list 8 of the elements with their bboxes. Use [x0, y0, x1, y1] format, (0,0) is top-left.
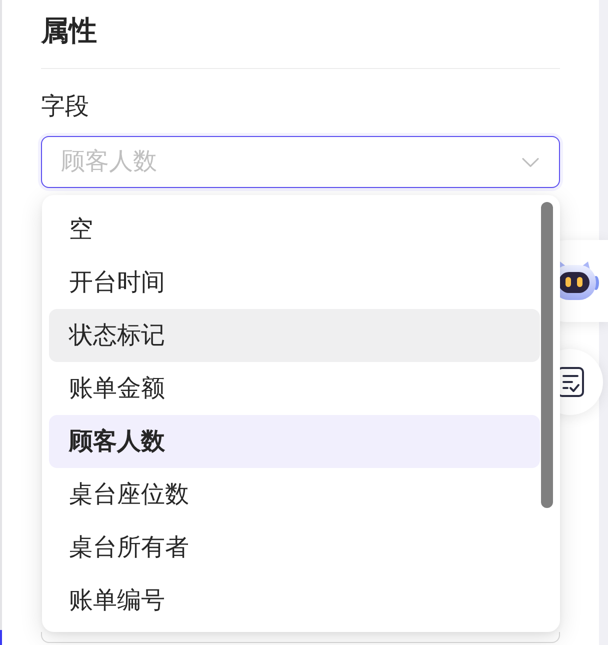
chevron-down-icon — [522, 158, 539, 167]
edge-indicator — [0, 630, 2, 645]
scrollbar-thumb[interactable] — [541, 202, 553, 508]
field-label: 字段 — [41, 92, 90, 122]
dropdown-option[interactable]: 状态标记 — [49, 309, 540, 362]
select-field[interactable]: 顾客人数 — [41, 136, 560, 188]
panel-title: 属性 — [41, 14, 98, 48]
dropdown-option[interactable]: 顾客人数 — [49, 415, 540, 468]
